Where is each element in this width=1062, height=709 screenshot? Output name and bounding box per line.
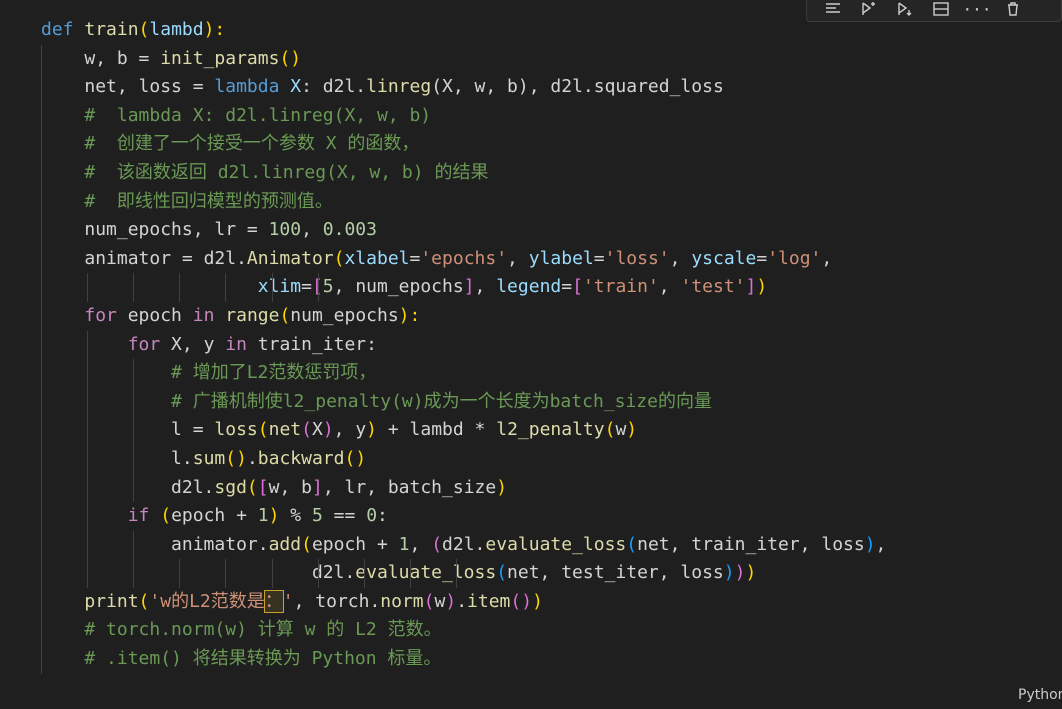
indent-guide — [225, 273, 226, 302]
code-line: for X, y in train_iter: — [0, 330, 1062, 360]
indent-guide — [41, 416, 42, 445]
indent-guide — [133, 530, 134, 560]
indent-guide — [87, 359, 88, 388]
indent-guide — [41, 130, 42, 159]
indent-guide — [410, 559, 411, 588]
code-line: # 增加了L2范数惩罚项， — [0, 359, 1062, 388]
code-line: def train(lambd): — [41, 19, 226, 40]
code-line: if (epoch + 1) % 5 == 0: — [0, 502, 1062, 531]
indent-guide — [133, 559, 134, 588]
indent-guide — [87, 387, 88, 417]
indent-guide — [41, 244, 42, 274]
indent-guide — [272, 559, 273, 588]
indent-guide — [87, 444, 88, 474]
indent-guide — [133, 387, 134, 417]
code-line: d2l.sgd([w, b], lr, batch_size) — [0, 473, 1062, 503]
indent-guide — [41, 616, 42, 646]
code-line: # 广播机制使l2_penalty(w)成为一个长度为batch_size的向量 — [0, 387, 1062, 417]
indent-guide — [41, 444, 42, 474]
indent-guide — [41, 530, 42, 560]
indent-guide — [133, 273, 134, 302]
indent-guide — [364, 559, 365, 588]
indent-guide — [41, 301, 42, 331]
code-line: # .item() 将结果转换为 Python 标量。 — [0, 645, 1062, 674]
code-editor[interactable]: ··· def train(lambd): w, b = init_params… — [0, 0, 1062, 709]
indent-guide — [41, 273, 42, 302]
code-line: xlim=[5, num_epochs], legend=['train', '… — [0, 273, 1062, 302]
highlighted-char: ： — [263, 589, 284, 613]
indent-guide — [41, 559, 42, 588]
indent-guide — [41, 73, 42, 102]
code-line: d2l.evaluate_loss(net, test_iter, loss))… — [0, 559, 1062, 588]
indent-guide — [41, 101, 42, 131]
indent-guide — [179, 559, 180, 588]
indent-guide — [41, 330, 42, 360]
code-line: w, b = init_params() — [0, 44, 1062, 74]
indent-guide — [133, 473, 134, 503]
code-line: # 该函数返回 d2l.linreg(X, w, b) 的结果 — [0, 158, 1062, 188]
language-indicator[interactable]: Python — [1012, 681, 1062, 709]
code-line: # 创建了一个接受一个参数 X 的函数， — [0, 130, 1062, 159]
indent-guide — [87, 330, 88, 360]
code-line: for epoch in range(num_epochs): — [0, 301, 1062, 331]
indent-guide — [225, 559, 226, 588]
indent-guide — [87, 416, 88, 445]
code-line: # torch.norm(w) 计算 w 的 L2 范数。 — [0, 616, 1062, 646]
code-line: print('w的L2范数是：', torch.norm(w).item()) — [0, 587, 1062, 617]
code-line: num_epochs, lr = 100, 0.003 — [0, 216, 1062, 245]
indent-guide — [41, 359, 42, 388]
indent-guide — [41, 158, 42, 188]
indent-guide — [41, 44, 42, 74]
code-line: animator = d2l.Animator(xlabel='epochs',… — [0, 244, 1062, 274]
indent-guide — [41, 473, 42, 503]
code-line: l.sum().backward() — [0, 444, 1062, 474]
code-line: animator.add(epoch + 1, (d2l.evaluate_lo… — [0, 530, 1062, 560]
code-line: # lambda X: d2l.linreg(X, w, b) — [0, 101, 1062, 131]
indent-guide — [41, 216, 42, 245]
indent-guide — [87, 473, 88, 503]
indent-guide — [87, 530, 88, 560]
indent-guide — [87, 502, 88, 531]
indent-guide — [456, 559, 457, 588]
code-line: # 即线性回归模型的预测值。 — [0, 187, 1062, 217]
code-line: l = loss(net(X), y) + lambd * l2_penalty… — [0, 416, 1062, 445]
indent-guide — [41, 387, 42, 417]
indent-guide — [41, 187, 42, 217]
code-area[interactable]: def train(lambd): w, b = init_params() n… — [0, 16, 1062, 674]
indent-guide — [87, 559, 88, 588]
indent-guide — [272, 273, 273, 302]
indent-guide — [133, 359, 134, 388]
indent-guide — [133, 444, 134, 474]
indent-guide — [133, 416, 134, 445]
indent-guide — [179, 273, 180, 302]
indent-guide — [41, 502, 42, 531]
indent-guide — [87, 273, 88, 302]
code-line: net, loss = lambda X: d2l.linreg(X, w, b… — [0, 73, 1062, 102]
indent-guide — [318, 559, 319, 588]
indent-guide — [41, 645, 42, 674]
indent-guide — [318, 273, 319, 302]
indent-guide — [41, 587, 42, 617]
